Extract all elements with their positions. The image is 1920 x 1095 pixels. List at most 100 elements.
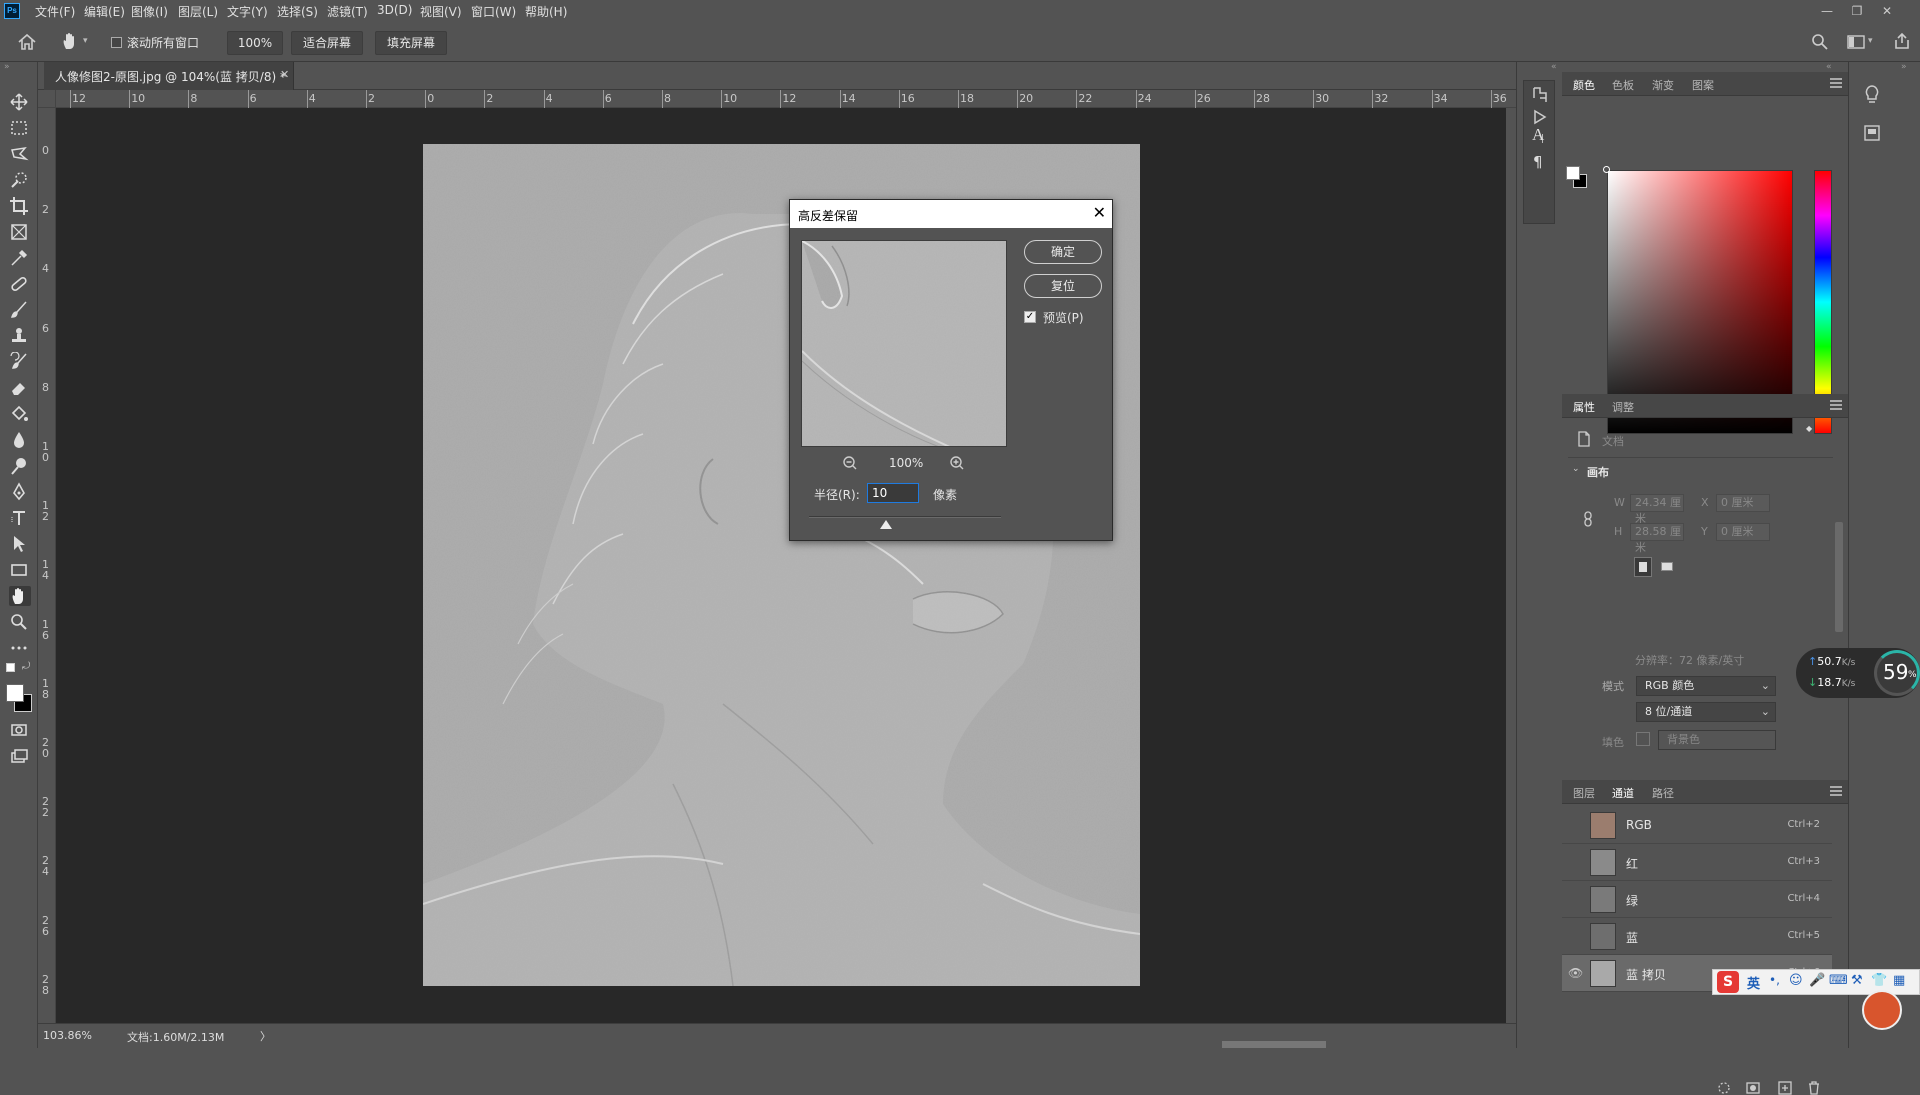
paint-bucket-tool-icon[interactable]: [9, 404, 31, 424]
history-icon[interactable]: [1531, 86, 1549, 104]
hand-tool-icon[interactable]: [60, 31, 80, 51]
ime-language[interactable]: 英: [1747, 973, 1760, 992]
eraser-tool-icon[interactable]: [9, 378, 31, 398]
paragraph-icon[interactable]: ¶: [1533, 153, 1543, 171]
screen-mode-icon[interactable]: [9, 746, 31, 766]
tab-color[interactable]: 颜色: [1573, 77, 1595, 93]
healing-brush-tool-icon[interactable]: [9, 274, 31, 294]
collapse-icon[interactable]: «: [1826, 62, 1832, 72]
panel-menu-icon[interactable]: [1830, 400, 1842, 410]
menu-edit[interactable]: 编辑(E): [84, 3, 125, 20]
zoom-tool-icon[interactable]: [9, 612, 31, 632]
microphone-icon[interactable]: 🎤: [1809, 973, 1825, 988]
lasso-tool-icon[interactable]: [9, 144, 31, 164]
horizontal-scrollbar-thumb[interactable]: [1222, 1041, 1326, 1048]
frame-tool-icon[interactable]: [9, 222, 31, 242]
landscape-orientation-icon[interactable]: [1658, 557, 1676, 577]
assistant-avatar[interactable]: [1862, 990, 1902, 1030]
channel-row[interactable]: 蓝 Ctrl+5: [1562, 918, 1832, 955]
crop-tool-icon[interactable]: [9, 196, 31, 216]
zoom-in-icon[interactable]: [949, 455, 965, 471]
menu-help[interactable]: 帮助(H): [525, 3, 567, 20]
clone-stamp-tool-icon[interactable]: [9, 326, 31, 346]
ok-button[interactable]: 确定: [1024, 240, 1102, 264]
quick-mask-icon[interactable]: [9, 720, 31, 740]
libraries-icon[interactable]: [1863, 124, 1881, 142]
color-picker-cursor[interactable]: [1603, 166, 1610, 173]
scroll-all-checkbox[interactable]: [111, 37, 122, 48]
document-tab[interactable]: 人像修图2-原图.jpg @ 104%(蓝 拷贝/8) * ✕: [44, 62, 294, 90]
close-icon[interactable]: ✕: [1093, 203, 1106, 222]
channel-row[interactable]: 绿 Ctrl+4: [1562, 881, 1832, 918]
more-tools-icon[interactable]: [9, 638, 31, 658]
tab-adjustments[interactable]: 调整: [1612, 399, 1634, 415]
minimize-button[interactable]: —: [1817, 2, 1837, 20]
tab-properties[interactable]: 属性: [1573, 399, 1595, 415]
radius-slider[interactable]: [809, 516, 1001, 518]
menu-layer[interactable]: 图层(L): [178, 3, 218, 20]
channel-row[interactable]: RGB Ctrl+2: [1562, 807, 1832, 844]
radius-input[interactable]: 10: [867, 483, 919, 503]
bit-depth-select[interactable]: 8 位/通道 ⌄: [1636, 702, 1776, 722]
keyboard-icon[interactable]: ⌨: [1829, 973, 1848, 988]
mode-select[interactable]: RGB 颜色 ⌄: [1636, 676, 1776, 696]
fill-color-swatch[interactable]: [1636, 732, 1650, 746]
default-colors-icon[interactable]: [6, 663, 15, 672]
search-icon[interactable]: [1811, 33, 1829, 51]
panel-menu-icon[interactable]: [1830, 786, 1842, 796]
properties-scrollbar-thumb[interactable]: [1835, 522, 1843, 632]
tab-layers[interactable]: 图层: [1573, 785, 1595, 801]
channel-row[interactable]: 红 Ctrl+3: [1562, 844, 1832, 881]
menu-window[interactable]: 窗口(W): [471, 3, 516, 20]
menu-select[interactable]: 选择(S): [277, 3, 318, 20]
chevron-down-icon[interactable]: ⌄: [1572, 464, 1580, 474]
tab-gradients[interactable]: 渐变: [1652, 77, 1674, 93]
new-channel-icon[interactable]: [1778, 1081, 1792, 1095]
dodge-tool-icon[interactable]: [9, 456, 31, 476]
menu-3d[interactable]: 3D(D): [377, 3, 412, 17]
brush-tool-icon[interactable]: [9, 300, 31, 320]
x-field[interactable]: 0 厘米: [1716, 494, 1770, 512]
tab-channels[interactable]: 通道: [1612, 785, 1634, 801]
network-speed-widget[interactable]: ↑50.7K/s ↓18.7K/s 59 %: [1796, 648, 1920, 698]
sogou-logo-icon[interactable]: S: [1717, 971, 1739, 993]
reset-button[interactable]: 复位: [1024, 274, 1102, 298]
history-brush-tool-icon[interactable]: [9, 351, 31, 372]
tools-icon[interactable]: ⚒: [1851, 973, 1863, 988]
punctuation-icon[interactable]: •,: [1769, 973, 1780, 987]
tab-paths[interactable]: 路径: [1652, 785, 1674, 801]
foreground-color-swatch[interactable]: [6, 684, 24, 702]
emoji-icon[interactable]: ☺: [1789, 973, 1803, 988]
fill-select[interactable]: 背景色: [1658, 730, 1776, 750]
portrait-orientation-icon[interactable]: [1634, 557, 1652, 577]
collapse-icon[interactable]: »: [1901, 62, 1907, 72]
load-selection-icon[interactable]: [1717, 1081, 1731, 1095]
hue-slider-thumb[interactable]: ◆: [1806, 424, 1812, 433]
workspace-icon[interactable]: [1847, 34, 1865, 50]
tab-swatches[interactable]: 色板: [1612, 77, 1634, 93]
menu-type[interactable]: 文字(Y): [227, 3, 268, 20]
width-field[interactable]: 24.34 厘米: [1630, 494, 1684, 525]
chevron-down-icon[interactable]: ▾: [1868, 36, 1873, 46]
close-window-button[interactable]: ✕: [1877, 2, 1897, 20]
radius-slider-thumb[interactable]: [879, 520, 892, 529]
preview-checkbox[interactable]: ✓: [1024, 311, 1036, 323]
chevron-down-icon[interactable]: ▾: [83, 36, 88, 46]
trash-icon[interactable]: [1807, 1081, 1821, 1095]
lightbulb-icon[interactable]: [1863, 84, 1881, 104]
filter-preview[interactable]: [801, 240, 1007, 447]
status-arrow-icon[interactable]: 〉: [260, 1028, 271, 1044]
height-field[interactable]: 28.58 厘米: [1630, 523, 1684, 554]
swap-colors-icon[interactable]: ⤾: [22, 661, 30, 672]
skin-icon[interactable]: 👕: [1871, 973, 1887, 988]
eye-icon[interactable]: 👁: [1568, 966, 1583, 980]
quick-select-tool-icon[interactable]: [9, 170, 31, 190]
blur-tool-icon[interactable]: [9, 430, 31, 450]
fit-screen-button[interactable]: 适合屏幕: [291, 31, 363, 55]
share-icon[interactable]: [1893, 32, 1911, 50]
collapse-icon[interactable]: «: [1551, 62, 1557, 72]
zoom-level-field[interactable]: 100%: [227, 31, 283, 55]
collapse-icon[interactable]: »: [4, 62, 10, 72]
hand-tool-icon[interactable]: [9, 586, 31, 606]
rectangle-tool-icon[interactable]: [9, 560, 31, 580]
